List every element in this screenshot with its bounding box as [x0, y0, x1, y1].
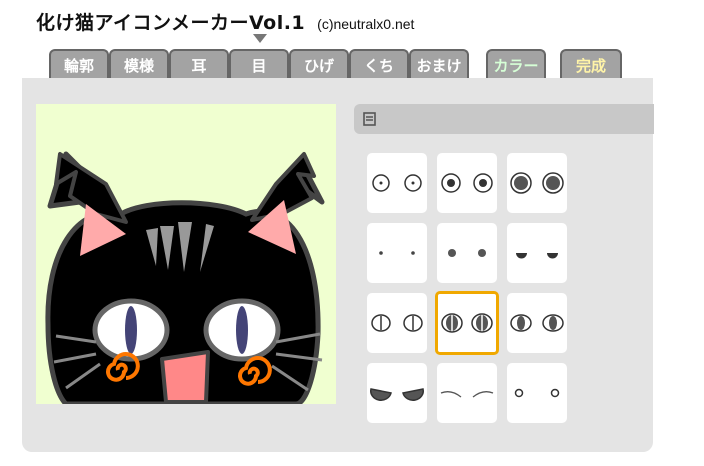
active-tab-marker-icon	[253, 34, 267, 43]
eye-dot-ring-icon	[441, 173, 493, 193]
eye-option-dots[interactable]	[437, 223, 497, 283]
title-bar: 化け猫アイコンメーカーVol.1 (c)neutralx0.net	[36, 8, 414, 36]
eye-option-sleepy-half[interactable]	[367, 363, 427, 423]
eye-slit-dark-icon	[441, 313, 493, 333]
eye-option-small-dot-ring[interactable]	[367, 153, 427, 213]
eye-option-tiny-dots[interactable]	[367, 223, 427, 283]
eye-option-slit-dark[interactable]	[435, 291, 499, 355]
eye-closed-arcs-icon	[440, 391, 494, 398]
tab-eyes[interactable]: 目	[229, 49, 289, 79]
eye-option-oval-pupil[interactable]	[507, 293, 567, 353]
tab-mouth[interactable]: くち	[349, 49, 409, 79]
eye-tiny-dots-icon	[379, 251, 415, 255]
eye-large-dot-ring-icon	[510, 172, 564, 194]
eye-half-dots-icon	[516, 253, 558, 259]
tab-ears[interactable]: 耳	[169, 49, 229, 79]
tab-complete[interactable]: 完成	[560, 49, 622, 79]
cat-face-image	[45, 151, 325, 404]
eye-option-small-rings[interactable]	[507, 363, 567, 423]
tab-outline[interactable]: 輪郭	[49, 49, 109, 79]
eye-small-dot-ring-icon	[372, 174, 422, 192]
copyright: (c)neutralx0.net	[317, 16, 415, 32]
eye-small-rings-icon	[514, 388, 560, 398]
eye-option-closed-arcs[interactable]	[437, 363, 497, 423]
eye-oval-pupil-icon	[510, 314, 564, 332]
part-header	[354, 104, 654, 134]
eye-option-large-dot-ring[interactable]	[507, 153, 567, 213]
eye-slit-open-icon	[371, 314, 423, 332]
tab-pattern[interactable]: 模様	[109, 49, 169, 79]
cat-preview	[36, 104, 336, 404]
tab-whiskers[interactable]: ひげ	[289, 49, 349, 79]
eye-sleepy-half-icon	[370, 388, 424, 401]
app-title: 化け猫アイコンメーカーVol.1	[36, 12, 306, 34]
eye-dots-icon	[448, 249, 486, 257]
eye-option-slit-open[interactable]	[367, 293, 427, 353]
tab-color[interactable]: カラー	[486, 49, 546, 79]
eye-option-dot-ring[interactable]	[437, 153, 497, 213]
list-icon	[363, 112, 376, 126]
tab-extras[interactable]: おまけ	[409, 49, 469, 79]
eye-option-half-dots[interactable]	[507, 223, 567, 283]
